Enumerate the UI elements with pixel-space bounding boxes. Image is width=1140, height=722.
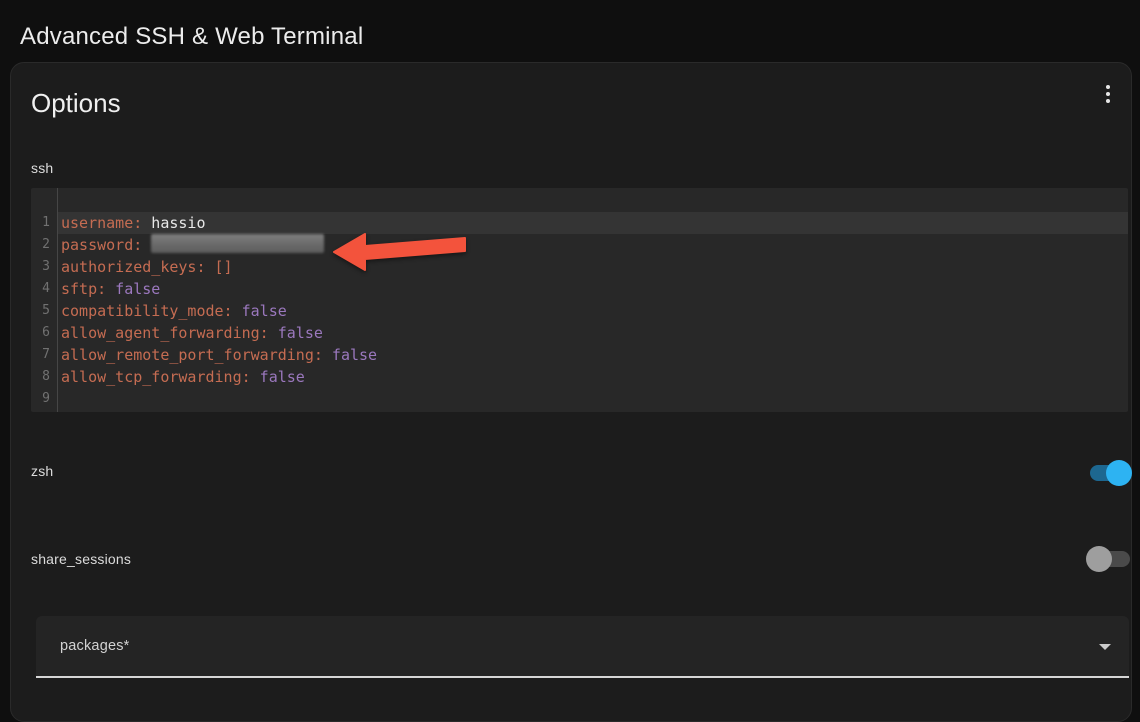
editor-line-6[interactable]: 6allow_agent_forwarding: false <box>31 322 1128 344</box>
line-number: 2 <box>31 234 58 256</box>
yaml-value: false <box>251 368 305 386</box>
yaml-key: allow_tcp_forwarding: <box>61 368 251 386</box>
line-code: authorized_keys: [] <box>58 256 1128 278</box>
toggle-thumb <box>1086 546 1112 572</box>
yaml-value: false <box>323 346 377 364</box>
password-redaction-blur <box>151 234 324 253</box>
share-sessions-toggle-label: share_sessions <box>31 551 131 567</box>
ssh-section-label: ssh <box>31 160 53 176</box>
line-number: 7 <box>31 344 58 366</box>
zsh-toggle-label: zsh <box>31 463 53 479</box>
line-code: compatibility_mode: false <box>58 300 1128 322</box>
yaml-key: sftp: <box>61 280 106 298</box>
line-number: 5 <box>31 300 58 322</box>
yaml-value: false <box>106 280 160 298</box>
yaml-value: hassio <box>142 214 205 232</box>
line-code: allow_tcp_forwarding: false <box>58 366 1128 388</box>
line-number: 3 <box>31 256 58 278</box>
editor-line-5[interactable]: 5compatibility_mode: false <box>31 300 1128 322</box>
zsh-toggle[interactable] <box>1090 465 1130 481</box>
yaml-key: password: <box>61 236 142 254</box>
kebab-menu-icon[interactable] <box>1095 79 1121 109</box>
yaml-key: compatibility_mode: <box>61 302 233 320</box>
page-title: Advanced SSH & Web Terminal <box>20 23 363 51</box>
yaml-key: username: <box>61 214 142 232</box>
line-number: 8 <box>31 366 58 388</box>
yaml-value: false <box>269 324 323 342</box>
line-code: sftp: false <box>58 278 1128 300</box>
packages-select-label: packages* <box>60 638 130 654</box>
options-card: Options ssh 1username: hassio2password:3… <box>10 62 1132 722</box>
editor-line-3[interactable]: 3authorized_keys: [] <box>31 256 1128 278</box>
toggle-thumb <box>1106 460 1132 486</box>
packages-select[interactable]: packages* <box>36 616 1129 678</box>
line-number: 1 <box>31 212 58 234</box>
editor-line-4[interactable]: 4sftp: false <box>31 278 1128 300</box>
yaml-key: allow_remote_port_forwarding: <box>61 346 323 364</box>
line-number: 9 <box>31 388 58 410</box>
editor-line-2[interactable]: 2password: <box>31 234 1128 256</box>
editor-line-9[interactable]: 9 <box>31 388 1128 410</box>
yaml-key: allow_agent_forwarding: <box>61 324 269 342</box>
editor-line-8[interactable]: 8allow_tcp_forwarding: false <box>31 366 1128 388</box>
yaml-value: [] <box>206 258 233 276</box>
yaml-key: authorized_keys: <box>61 258 206 276</box>
editor-line-7[interactable]: 7allow_remote_port_forwarding: false <box>31 344 1128 366</box>
share-sessions-toggle[interactable] <box>1090 551 1130 567</box>
line-code: allow_agent_forwarding: false <box>58 322 1128 344</box>
line-number: 6 <box>31 322 58 344</box>
line-code: allow_remote_port_forwarding: false <box>58 344 1128 366</box>
line-number: 4 <box>31 278 58 300</box>
line-code <box>58 388 1128 410</box>
line-code: username: hassio <box>58 212 1128 234</box>
editor-line-1[interactable]: 1username: hassio <box>31 212 1128 234</box>
app-header: Advanced SSH & Web Terminal <box>0 0 1140 62</box>
card-title: Options <box>31 88 121 119</box>
chevron-down-icon <box>1099 644 1111 650</box>
yaml-value: false <box>233 302 287 320</box>
yaml-editor[interactable]: 1username: hassio2password:3authorized_k… <box>31 188 1128 412</box>
line-code: password: <box>58 234 1128 256</box>
